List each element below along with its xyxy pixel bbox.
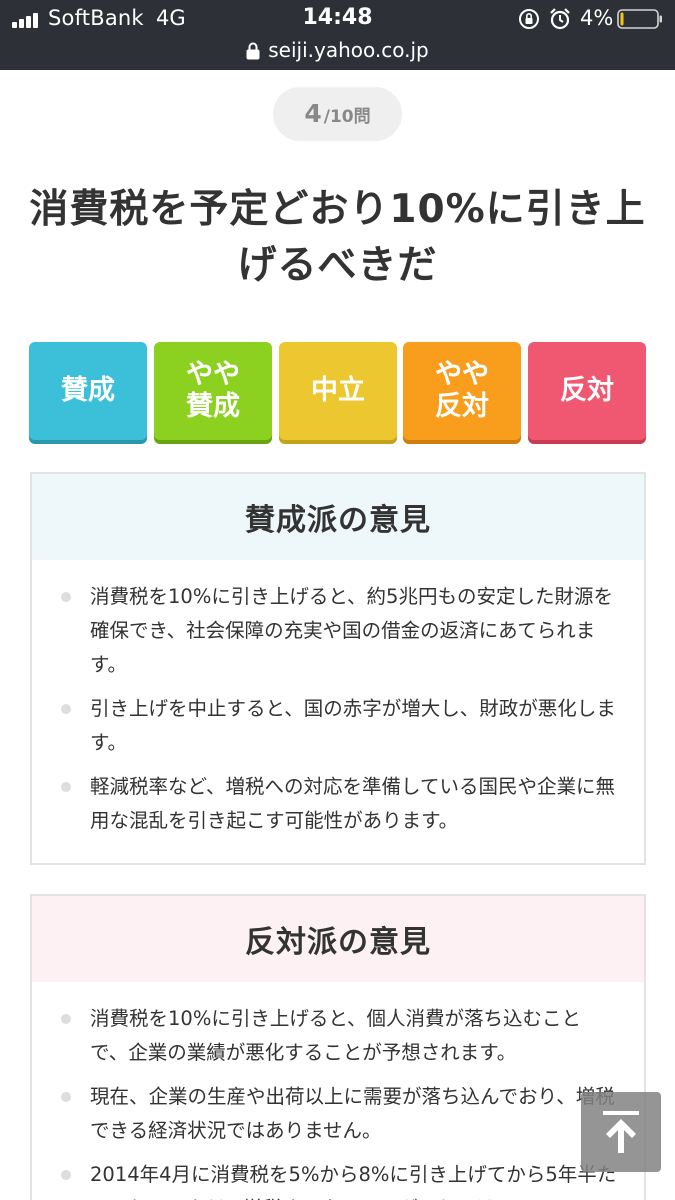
rotation-lock-icon xyxy=(519,9,539,29)
clock: 14:48 xyxy=(302,5,373,30)
status-bar: SoftBank 4G 14:48 4% seiji.yahoo.co.jp xyxy=(0,0,675,70)
somewhat-disagree-button[interactable]: やや 反対 xyxy=(403,342,521,440)
question-current: 4 xyxy=(304,99,322,128)
disagree-button[interactable]: 反対 xyxy=(528,342,646,440)
url-bar[interactable]: seiji.yahoo.co.jp xyxy=(0,38,675,68)
con-opinions-title: 反対派の意見 xyxy=(32,896,644,982)
pro-opinions-title: 賛成派の意見 xyxy=(32,474,644,560)
somewhat-disagree-label-1: やや xyxy=(435,359,489,390)
agree-button[interactable]: 賛成 xyxy=(29,342,147,440)
battery-icon xyxy=(617,9,662,29)
pro-opinions-panel: 賛成派の意見 消費税を10%に引き上げると、約5兆円もの安定した財源を確保でき、… xyxy=(30,472,646,865)
answer-options: 賛成 やや 賛成 中立 やや 反対 反対 xyxy=(29,342,647,442)
con-opinions-panel: 反対派の意見 消費税を10%に引き上げると、個人消費が落ち込むことで、企業の業績… xyxy=(30,894,646,1200)
battery-percent: 4% xyxy=(580,6,614,30)
question-counter: 4 /10問 xyxy=(273,87,402,141)
question-total: /10問 xyxy=(323,107,371,127)
arrow-up-icon xyxy=(603,1111,639,1153)
url-text: seiji.yahoo.co.jp xyxy=(268,38,429,62)
alarm-icon xyxy=(550,8,570,30)
somewhat-agree-button[interactable]: やや 賛成 xyxy=(154,342,272,440)
con-opinion-item: 消費税を10%に引き上げると、個人消費が落ち込むことで、企業の業績が悪化すること… xyxy=(60,1002,618,1070)
neutral-button[interactable]: 中立 xyxy=(279,342,397,440)
status-row: SoftBank 4G 14:48 4% xyxy=(0,0,675,38)
somewhat-agree-label-2: 賛成 xyxy=(186,391,240,422)
con-opinion-item: 2014年4月に消費税を5%から8%に引き上げてから5年半たっても、いまだ、増税… xyxy=(60,1158,618,1200)
pro-opinion-item: 引き上げを中止すると、国の赤字が増大し、財政が悪化します。 xyxy=(60,692,618,760)
question-text: 消費税を予定どおり10%に引き上げるべきだ xyxy=(29,187,646,288)
somewhat-agree-label-1: やや xyxy=(186,359,240,390)
disagree-label: 反対 xyxy=(560,375,614,406)
scroll-to-top-button[interactable] xyxy=(581,1092,661,1172)
con-opinion-item: 現在、企業の生産や出荷以上に需要が落ち込んでおり、増税できる経済状況ではありませ… xyxy=(60,1080,618,1148)
agree-label: 賛成 xyxy=(61,375,115,406)
pro-opinion-item: 軽減税率など、増税への対応を準備している国民や企業に無用な混乱を引き起こす可能性… xyxy=(60,770,618,838)
pro-opinions-list: 消費税を10%に引き上げると、約5兆円もの安定した財源を確保でき、社会保障の充実… xyxy=(32,560,644,838)
con-opinions-list: 消費税を10%に引き上げると、個人消費が落ち込むことで、企業の業績が悪化すること… xyxy=(32,982,644,1200)
padlock-icon xyxy=(246,42,260,60)
somewhat-disagree-label-2: 反対 xyxy=(435,391,489,422)
pro-opinion-item: 消費税を10%に引き上げると、約5兆円もの安定した財源を確保でき、社会保障の充実… xyxy=(60,580,618,682)
neutral-label: 中立 xyxy=(311,375,365,406)
